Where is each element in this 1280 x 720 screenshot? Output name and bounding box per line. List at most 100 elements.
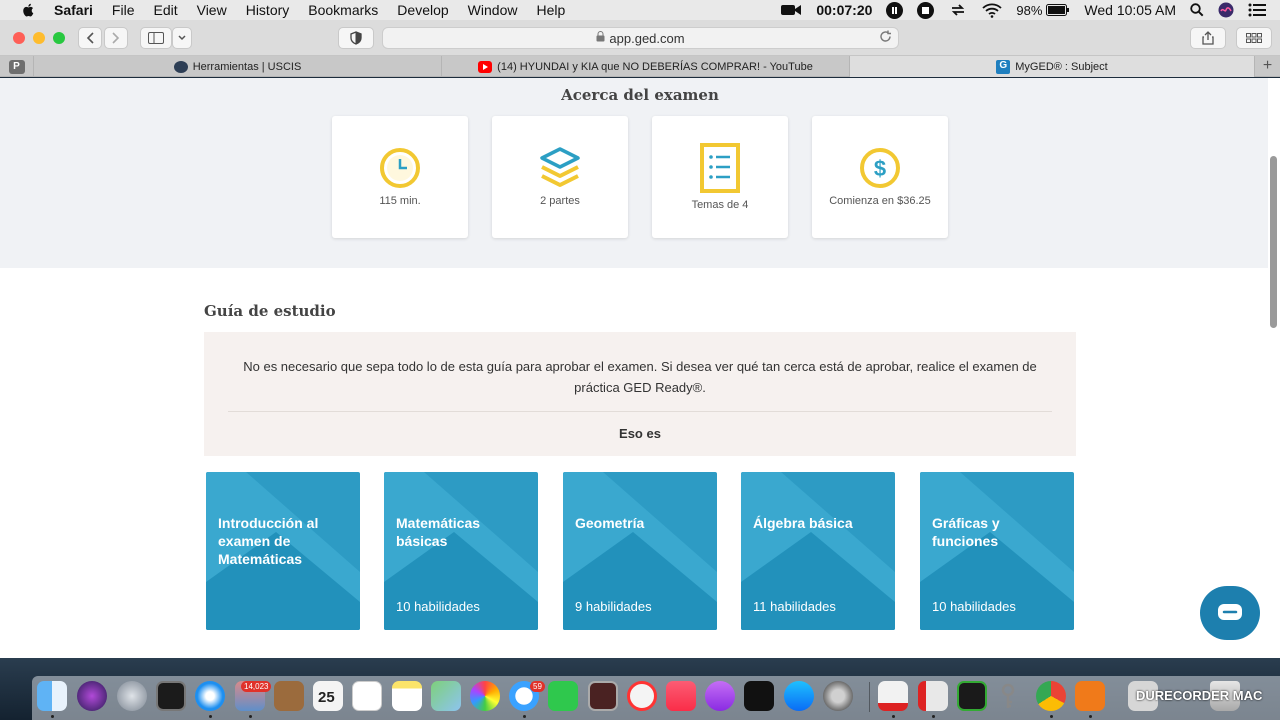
clock[interactable]: Wed 10:05 AM [1084, 2, 1176, 18]
address-bar[interactable]: app.ged.com [382, 27, 899, 49]
close-window-button[interactable] [13, 32, 25, 44]
page-scrollbar[interactable] [1270, 156, 1277, 328]
menu-view[interactable]: View [197, 2, 227, 18]
eso-es-link[interactable]: Eso es [204, 426, 1076, 441]
stat-card-price: $ Comienza en $36.25 [812, 116, 948, 238]
podcasts-icon[interactable] [705, 681, 735, 711]
reminders-icon[interactable] [352, 681, 382, 711]
system-preferences-icon[interactable] [823, 681, 853, 711]
subject-card-title: Gráficas y funciones [932, 515, 1000, 549]
tab-uscis[interactable]: Herramientas | USCIS [34, 56, 442, 77]
battery-percent: 98% [1016, 2, 1043, 18]
chat-button[interactable] [1200, 586, 1260, 640]
svg-text:$: $ [874, 156, 886, 181]
menu-history[interactable]: History [246, 2, 290, 18]
photo-booth-icon[interactable] [588, 681, 618, 711]
about-exam-section [0, 78, 1268, 268]
wifi-icon[interactable] [982, 3, 1003, 18]
menu-app-name[interactable]: Safari [54, 2, 93, 18]
dollar-icon: $ [860, 148, 900, 188]
activity-monitor-icon[interactable] [957, 681, 987, 711]
share-button[interactable] [1190, 27, 1226, 49]
sidebar-menu-button[interactable] [172, 27, 192, 49]
forward-button[interactable] [104, 27, 128, 49]
subject-card-basic-algebra[interactable]: Álgebra básica 11 habilidades [741, 472, 895, 630]
apple-logo-icon[interactable] [20, 3, 38, 17]
minimize-window-button[interactable] [33, 32, 45, 44]
reload-icon[interactable] [879, 30, 892, 46]
record-timer: 00:07:20 [816, 2, 873, 18]
notes-icon[interactable] [392, 681, 422, 711]
subject-card-graphs-functions[interactable]: Gráficas y funciones 10 habilidades [920, 472, 1074, 630]
recorder-watermark: DURECORDER MAC [1136, 688, 1263, 703]
contacts-icon[interactable] [274, 681, 304, 711]
music-icon[interactable] [666, 681, 696, 711]
tab-label: MyGED® : Subject [1015, 60, 1108, 73]
pause-recording-icon[interactable] [886, 1, 904, 19]
launchpad-icon[interactable] [117, 681, 147, 711]
menu-edit[interactable]: Edit [153, 2, 177, 18]
menu-file[interactable]: File [112, 2, 135, 18]
sidebar-toggle-button[interactable] [140, 27, 172, 49]
pdf-expert-icon[interactable] [878, 681, 908, 711]
notification-center-icon[interactable] [1248, 3, 1266, 17]
shield-icon [350, 31, 362, 45]
tab-myged[interactable]: G MyGED® : Subject [850, 56, 1255, 77]
facetime-icon[interactable] [548, 681, 578, 711]
photos-icon[interactable] [470, 681, 500, 711]
subject-card-title: Matemáticas básicas [396, 515, 481, 549]
running-indicator [1089, 715, 1092, 718]
note-divider [228, 411, 1052, 412]
messages-badge: 59 [530, 681, 545, 692]
chrome-icon[interactable] [1036, 681, 1066, 711]
ged-favicon-icon: G [996, 59, 1011, 74]
stop-recording-icon[interactable] [917, 1, 935, 19]
pdf-reader-icon[interactable] [918, 681, 948, 711]
menu-help[interactable]: Help [536, 2, 565, 18]
menu-bookmarks[interactable]: Bookmarks [308, 2, 378, 18]
stat-parts-label: 2 partes [540, 195, 580, 207]
menu-bar: Safari File Edit View History Bookmarks … [0, 0, 1280, 20]
study-guide-title: Guía de estudio [204, 302, 336, 320]
menu-develop[interactable]: Develop [397, 2, 448, 18]
keychain-icon[interactable] [997, 681, 1027, 711]
back-button[interactable] [78, 27, 102, 49]
maps-icon[interactable] [431, 681, 461, 711]
subject-card-skills: 11 habilidades [753, 599, 836, 614]
subject-card-intro[interactable]: Introducción al examen de Matemáticas [206, 472, 360, 630]
new-tab-button[interactable]: + [1255, 56, 1280, 76]
safari-icon[interactable] [195, 681, 225, 711]
uscis-favicon-icon [173, 60, 188, 73]
spotlight-search-icon[interactable] [1190, 3, 1204, 17]
subject-card-geometry[interactable]: Geometría 9 habilidades [563, 472, 717, 630]
siri-dock-icon[interactable] [77, 681, 107, 711]
subject-card-basic-math[interactable]: Matemáticas básicas 10 habilidades [384, 472, 538, 630]
apple-tv-icon[interactable] [744, 681, 774, 711]
chevron-left-icon [86, 32, 94, 44]
subject-card-title: Álgebra básica [753, 515, 853, 531]
privacy-shield-button[interactable] [338, 27, 374, 49]
running-indicator [1050, 715, 1053, 718]
tab-overview-button[interactable] [1236, 27, 1272, 49]
tab-label: Herramientas | USCIS [192, 60, 302, 73]
news-icon[interactable] [627, 681, 657, 711]
stat-duration-label: 115 min. [379, 195, 421, 207]
battery-icon[interactable] [1046, 4, 1070, 16]
video-camera-icon[interactable] [780, 3, 802, 17]
mission-control-icon[interactable] [156, 681, 186, 711]
stat-card-parts: 2 partes [492, 116, 628, 238]
plus-icon: + [1262, 57, 1273, 74]
calendar-day: 25 [318, 689, 335, 706]
tab-youtube[interactable]: (14) HYUNDAI y KIA que NO DEBERÍAS COMPR… [442, 56, 850, 77]
sync-icon[interactable] [948, 2, 968, 18]
pinned-tab-favicon: P [8, 59, 25, 74]
siri-icon[interactable] [1218, 2, 1234, 18]
finder-icon[interactable] [37, 681, 67, 711]
study-guide-note-text: No es necesario que sepa todo lo de esta… [243, 359, 1037, 395]
screen-recorder-icon[interactable] [1075, 681, 1105, 711]
menu-window[interactable]: Window [468, 2, 518, 18]
app-store-icon[interactable] [784, 681, 814, 711]
zoom-window-button[interactable] [53, 32, 65, 44]
pinned-tab[interactable]: P [0, 56, 34, 77]
chevron-down-icon [178, 35, 186, 41]
